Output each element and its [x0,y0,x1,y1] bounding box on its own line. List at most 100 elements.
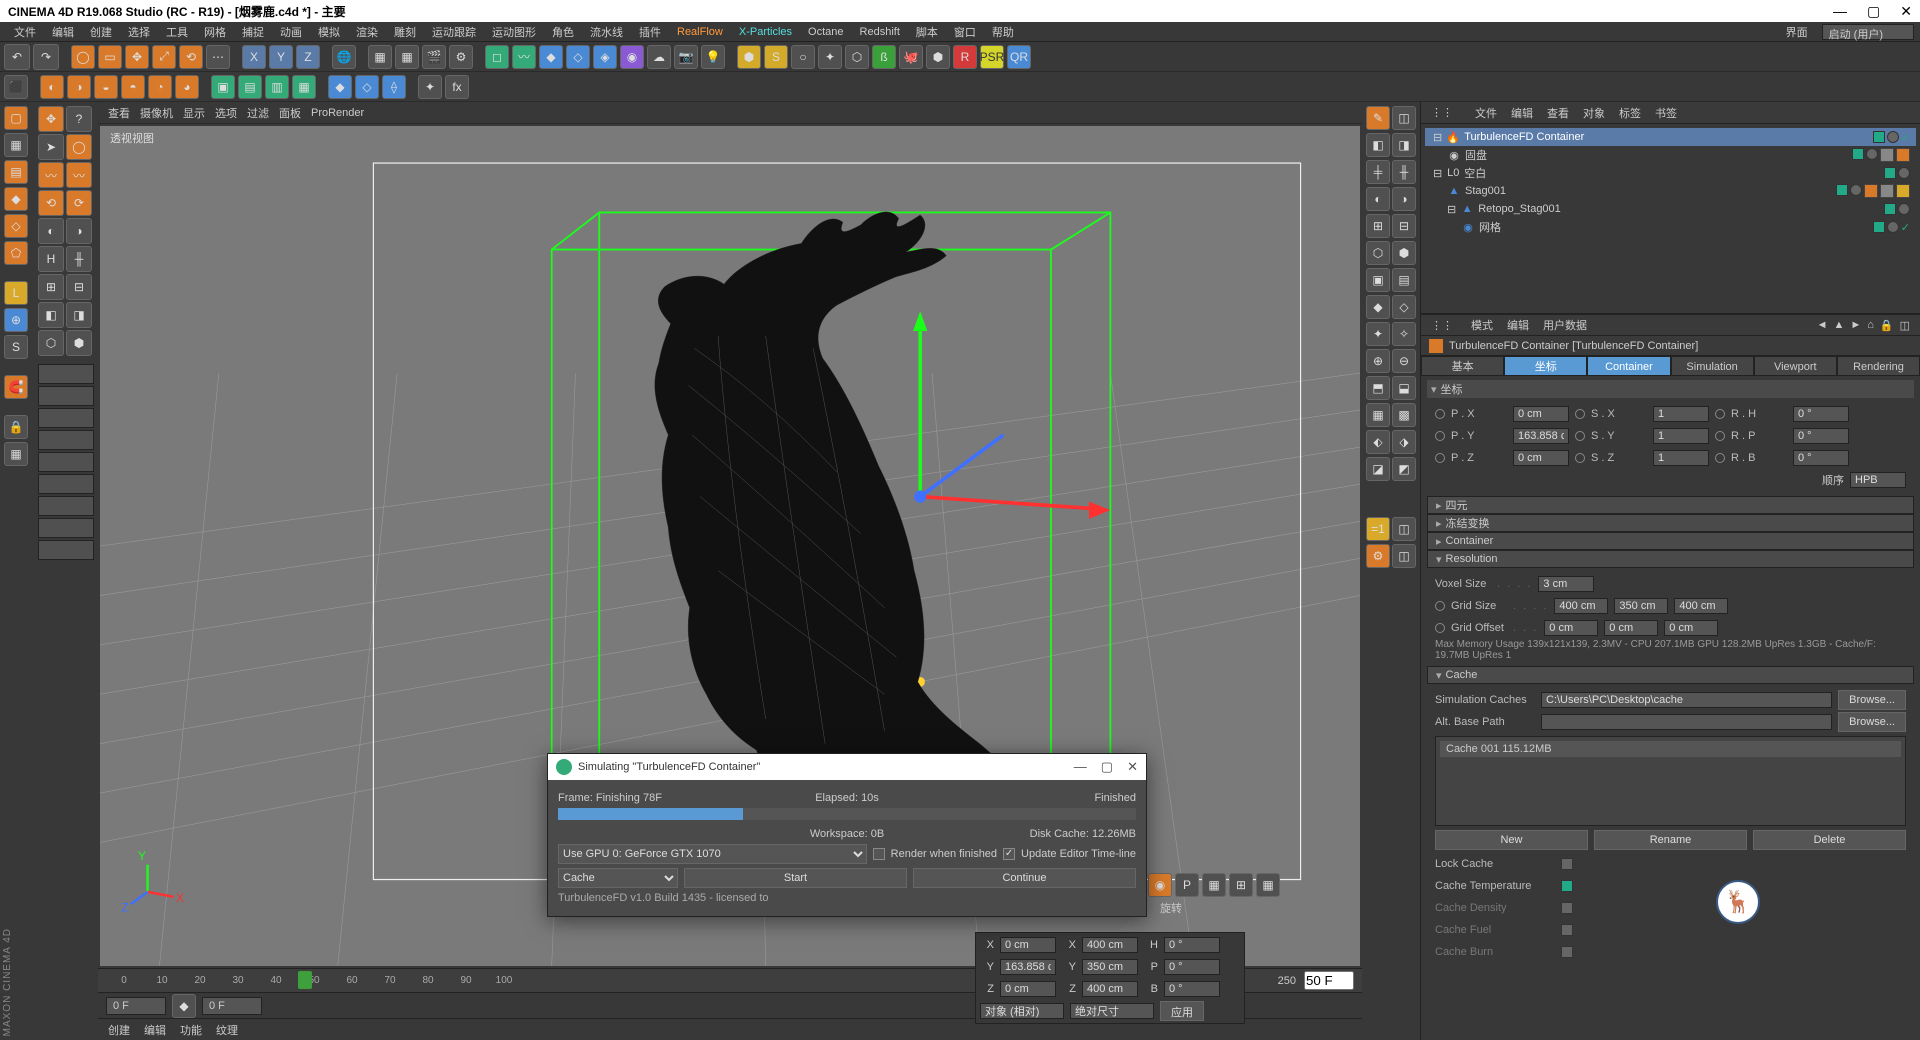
rect-select-icon[interactable]: ▭ [98,45,122,69]
rt-o-icon[interactable]: ◆ [1366,295,1390,319]
axis-l-icon[interactable]: L [4,281,28,305]
gz-field[interactable] [1674,598,1728,614]
plugin4-icon[interactable]: ✦ [818,45,842,69]
oy-field[interactable] [1604,620,1658,636]
cache-item[interactable]: Cache 001 115.12MB [1440,741,1901,757]
menu-item[interactable]: 插件 [631,22,669,42]
objmode-select[interactable] [980,1003,1064,1019]
menu-item[interactable]: 创建 [82,22,120,42]
rt-l-icon[interactable]: ⬢ [1392,241,1416,265]
snap-icon[interactable]: 🧲 [4,375,28,399]
tp-e-icon[interactable]: ◐ [38,218,64,244]
mode-point-icon[interactable]: ◆ [4,187,28,211]
order-field[interactable] [1850,472,1906,488]
generator3-icon[interactable]: ◈ [593,45,617,69]
objmgr-tab[interactable]: 文件 [1475,105,1497,121]
menu-item[interactable]: 编辑 [44,22,82,42]
qr-icon[interactable]: QR [1007,45,1031,69]
object-tree[interactable]: ⊟ 🔥 TurbulenceFD Container ✓ ◉ 固盘 ⊟ L0 空… [1421,124,1920,314]
mode-edge-icon[interactable]: ◇ [4,214,28,238]
view-menu-item[interactable]: ProRender [311,107,364,119]
t2n-icon[interactable]: ✦ [418,75,442,99]
cx-field[interactable] [1000,937,1056,953]
rt-t-icon[interactable]: ⊖ [1392,349,1416,373]
cache-select[interactable]: Cache [558,868,678,888]
t2c-icon[interactable]: ◒ [94,75,118,99]
lasttool-icon[interactable]: ⋯ [206,45,230,69]
camera-icon[interactable]: 📷 [674,45,698,69]
rt-f-icon[interactable]: ╫ [1392,160,1416,184]
view-menu-item[interactable]: 摄像机 [140,105,173,121]
tp-sel-icon[interactable]: ◯ [66,134,92,160]
cy-field[interactable] [1000,959,1056,975]
tp-i-icon[interactable]: ⊞ [38,274,64,300]
objmgr-tab[interactable]: 标签 [1619,105,1641,121]
mode-poly-icon[interactable]: ⬠ [4,241,28,265]
t2b-icon[interactable]: ◑ [67,75,91,99]
deformer-icon[interactable]: ◉ [620,45,644,69]
t2e-icon[interactable]: ◔ [148,75,172,99]
oz-field[interactable] [1664,620,1718,636]
swatch-icon[interactable] [38,474,94,494]
rt-y-icon[interactable]: ⬖ [1366,430,1390,454]
swatch-icon[interactable] [38,540,94,560]
cp-field[interactable] [1164,959,1220,975]
rt-z-icon[interactable]: ⬗ [1392,430,1416,454]
cz2-field[interactable] [1082,981,1138,997]
rt-e-icon[interactable]: ╪ [1366,160,1390,184]
cache-rename-button[interactable]: Rename [1594,830,1747,850]
swatch-icon[interactable] [38,518,94,538]
tree-row[interactable]: ⊟ ▲ Retopo_Stag001 [1425,200,1916,218]
key-prev-icon[interactable]: ◆ [172,994,196,1018]
rt-gear-icon[interactable]: ⚙ [1366,544,1390,568]
swatch-icon[interactable] [38,386,94,406]
sect-coord[interactable]: 坐标 [1427,380,1914,398]
ox-field[interactable] [1544,620,1598,636]
plugin6-icon[interactable]: ß [872,45,896,69]
menu-item[interactable]: 角色 [544,22,582,42]
menu-item[interactable]: 雕刻 [386,22,424,42]
sizemode-select[interactable] [1070,1003,1154,1019]
menu-item[interactable]: 帮助 [984,22,1022,42]
px-field[interactable] [1513,406,1569,422]
play-c-icon[interactable]: ▦ [1202,873,1226,897]
generator-icon[interactable]: ◆ [539,45,563,69]
attr-menu[interactable]: 编辑 [1507,317,1529,333]
fx-icon[interactable]: fx [445,75,469,99]
tp-k-icon[interactable]: ◧ [38,302,64,328]
coord-sys-icon[interactable]: 🌐 [332,45,356,69]
menu-item[interactable]: 动画 [272,22,310,42]
menu-item[interactable]: 选择 [120,22,158,42]
mode-workplane-icon[interactable]: ▤ [4,160,28,184]
render-view-icon[interactable]: ▦ [368,45,392,69]
swatch-icon[interactable] [38,364,94,384]
plugin8-icon[interactable]: ⬢ [926,45,950,69]
generator2-icon[interactable]: ◇ [566,45,590,69]
cx2-field[interactable] [1082,937,1138,953]
simcache-field[interactable] [1541,692,1832,708]
nav-new-icon[interactable]: ◫ [1900,319,1910,332]
lockcache-checkbox[interactable] [1561,858,1573,870]
menu-item-xparticles[interactable]: X-Particles [731,24,800,40]
tp-g-icon[interactable]: H [38,246,64,272]
play-b-icon[interactable]: P [1175,873,1199,897]
menu-item[interactable]: 文件 [6,22,44,42]
rt-c-icon[interactable]: ◧ [1366,133,1390,157]
dialog-close-icon[interactable]: ✕ [1127,759,1138,775]
objmgr-tab[interactable]: 书签 [1655,105,1677,121]
menu-item[interactable]: 流水线 [582,22,631,42]
swatch-icon[interactable] [38,408,94,428]
sect-freeze[interactable]: 冻结变换 [1427,514,1914,532]
rt-3-icon[interactable]: ◫ [1392,517,1416,541]
axis-z-icon[interactable]: Z [296,45,320,69]
altbase-field[interactable] [1541,714,1832,730]
prim-cube-icon[interactable]: ◻ [485,45,509,69]
rt-2-icon[interactable]: ◩ [1392,457,1416,481]
tp-j-icon[interactable]: ⊟ [66,274,92,300]
sx-field[interactable] [1653,406,1709,422]
undo-icon[interactable]: ↶ [4,44,30,70]
updatetl-checkbox[interactable] [1003,848,1015,860]
tp-arrow-icon[interactable]: ➤ [38,134,64,160]
timeline-end-field[interactable] [1304,971,1354,990]
pz-field[interactable] [1513,450,1569,466]
